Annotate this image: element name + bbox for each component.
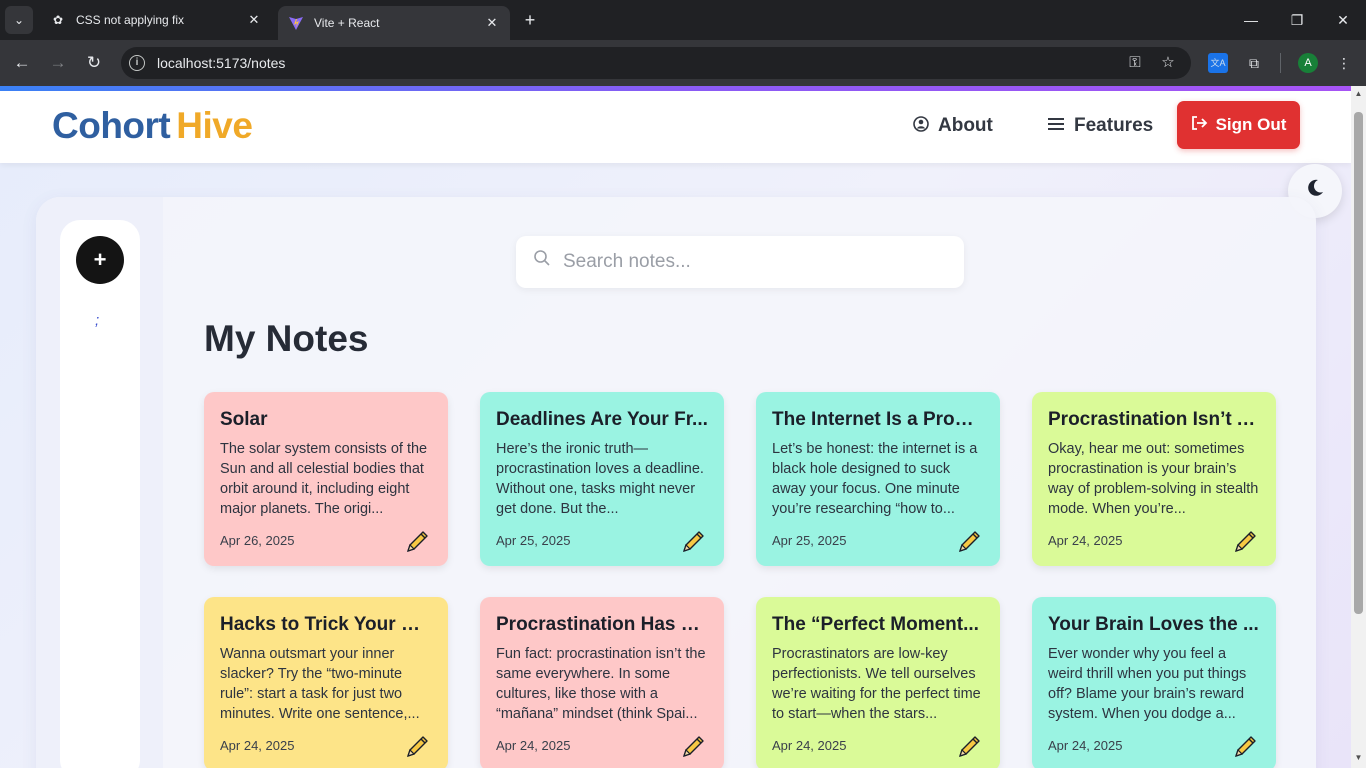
nav-features[interactable]: Features (1047, 115, 1153, 137)
menu-bars-icon (1047, 117, 1065, 136)
site-header: Cohort Hive About Features Sign Out (0, 91, 1351, 163)
restore-icon[interactable]: ❐ (1274, 0, 1320, 40)
close-tab-icon[interactable]: ✕ (246, 12, 262, 28)
page-scrollbar[interactable]: ▲ ▼ (1351, 86, 1366, 768)
bookmark-star-icon[interactable]: ☆ (1158, 53, 1178, 73)
note-title: Procrastination Has a ... (496, 614, 708, 635)
edit-pencil-icon[interactable] (1232, 734, 1258, 760)
note-card[interactable]: The “Perfect Moment... Procrastinators ar… (756, 597, 1000, 768)
sign-out-icon (1191, 115, 1208, 135)
nav-features-label: Features (1074, 115, 1154, 136)
extensions-puzzle-icon[interactable]: ⧉ (1244, 53, 1264, 73)
note-preview: Okay, hear me out: sometimes procrastina… (1048, 441, 1259, 517)
user-circle-icon (913, 115, 929, 137)
note-card[interactable]: Procrastination Isn’t A... Okay, hear me … (1032, 392, 1276, 566)
add-note-button[interactable]: + (76, 236, 124, 284)
note-date: Apr 24, 2025 (772, 738, 847, 753)
search-input[interactable] (563, 248, 943, 276)
note-card[interactable]: Deadlines Are Your Fr... Here’s the ironi… (480, 392, 724, 566)
nav-about-label: About (938, 115, 993, 136)
scrollbar-thumb[interactable] (1354, 112, 1363, 614)
edit-pencil-icon[interactable] (680, 529, 706, 555)
moon-icon (1305, 178, 1325, 204)
note-title: The Internet Is a Procr... (772, 409, 984, 430)
minimize-icon[interactable]: — (1228, 0, 1274, 40)
edit-pencil-icon[interactable] (680, 734, 706, 760)
search-icon (533, 249, 551, 267)
brand-logo[interactable]: Cohort Hive (52, 105, 253, 147)
note-card[interactable]: The Internet Is a Procr... Let’s be hones… (756, 392, 1000, 566)
note-preview: The solar system consists of the Sun and… (220, 441, 428, 517)
note-title: Procrastination Isn’t A... (1048, 409, 1260, 430)
translate-extension-icon[interactable]: 文A (1208, 53, 1228, 73)
browser-menu-icon[interactable]: ⋮ (1334, 53, 1354, 73)
note-title: The “Perfect Moment... (772, 614, 979, 635)
brand-second: Hive (176, 105, 253, 146)
browser-tabstrip: ⌄ ✿ CSS not applying fix ✕ Vite + React … (0, 0, 1366, 40)
note-card[interactable]: Hacks to Trick Your Pr... Wanna outsmart … (204, 597, 448, 768)
close-window-icon[interactable]: ✕ (1320, 0, 1366, 40)
edit-pencil-icon[interactable] (956, 734, 982, 760)
edit-pencil-icon[interactable] (1232, 529, 1258, 555)
reload-icon[interactable]: ↻ (82, 51, 106, 75)
tab-search-button[interactable]: ⌄ (5, 6, 33, 34)
openai-icon: ✿ (52, 13, 64, 27)
note-preview: Fun fact: procrastination isn’t the same… (496, 646, 706, 722)
tab-title: Vite + React (314, 16, 380, 30)
edit-pencil-icon[interactable] (956, 529, 982, 555)
page-title: My Notes (204, 318, 369, 359)
new-tab-button[interactable]: + (520, 10, 540, 30)
note-preview: Ever wonder why you feel a weird thrill … (1048, 646, 1247, 722)
note-title: Hacks to Trick Your Pr... (220, 614, 432, 635)
note-card[interactable]: Solar The solar system consists of the Su… (204, 392, 448, 566)
tab-title: CSS not applying fix (76, 13, 185, 27)
back-icon[interactable]: ← (10, 51, 34, 75)
vite-icon (288, 15, 304, 31)
address-text[interactable]: localhost:5173/notes (157, 55, 285, 71)
edit-pencil-icon[interactable] (404, 734, 430, 760)
address-bar[interactable]: i localhost:5173/notes ⚿ ☆ (121, 47, 1191, 79)
note-date: Apr 24, 2025 (1048, 738, 1123, 753)
note-date: Apr 25, 2025 (496, 533, 571, 548)
note-card[interactable]: Procrastination Has a ... Fun fact: procr… (480, 597, 724, 768)
note-card[interactable]: Your Brain Loves the ... Ever wonder why … (1032, 597, 1276, 768)
site-info-icon[interactable]: i (129, 55, 145, 71)
nav-about[interactable]: About (913, 115, 993, 137)
note-date: Apr 24, 2025 (1048, 533, 1123, 548)
profile-avatar[interactable]: A (1298, 53, 1318, 73)
note-title: Your Brain Loves the ... (1048, 614, 1259, 635)
note-date: Apr 26, 2025 (220, 533, 295, 548)
sidebar (60, 220, 140, 768)
note-date: Apr 24, 2025 (220, 738, 295, 753)
edit-pencil-icon[interactable] (404, 529, 430, 555)
tab-vite-react[interactable]: Vite + React ✕ (278, 6, 510, 40)
toolbar-divider (1280, 53, 1281, 73)
note-preview: Procrastinators are low-key perfectionis… (772, 646, 981, 722)
browser-toolbar: ← → ↻ i localhost:5173/notes ⚿ ☆ 文A ⧉ (0, 40, 1366, 86)
note-title: Solar (220, 409, 268, 430)
sidebar-mark: ; (95, 312, 100, 329)
note-preview: Here’s the ironic truth—procrastination … (496, 441, 704, 517)
close-tab-icon[interactable]: ✕ (484, 15, 500, 31)
page-viewport: Cohort Hive About Features Sign Out + ; … (0, 86, 1351, 768)
password-key-icon[interactable]: ⚿ (1125, 53, 1145, 73)
scroll-up-icon[interactable]: ▲ (1354, 89, 1363, 98)
forward-icon[interactable]: → (46, 51, 70, 75)
note-date: Apr 24, 2025 (496, 738, 571, 753)
note-preview: Let’s be honest: the internet is a black… (772, 441, 978, 517)
sign-out-button[interactable]: Sign Out (1177, 101, 1300, 149)
note-title: Deadlines Are Your Fr... (496, 409, 708, 430)
scroll-down-icon[interactable]: ▼ (1354, 753, 1363, 762)
tab-css-not-applying[interactable]: ✿ CSS not applying fix ✕ (40, 0, 272, 40)
brand-first: Cohort (52, 105, 171, 146)
sign-out-label: Sign Out (1215, 115, 1287, 134)
search-box (516, 236, 964, 288)
note-date: Apr 25, 2025 (772, 533, 847, 548)
note-preview: Wanna outsmart your inner slacker? Try t… (220, 646, 420, 722)
